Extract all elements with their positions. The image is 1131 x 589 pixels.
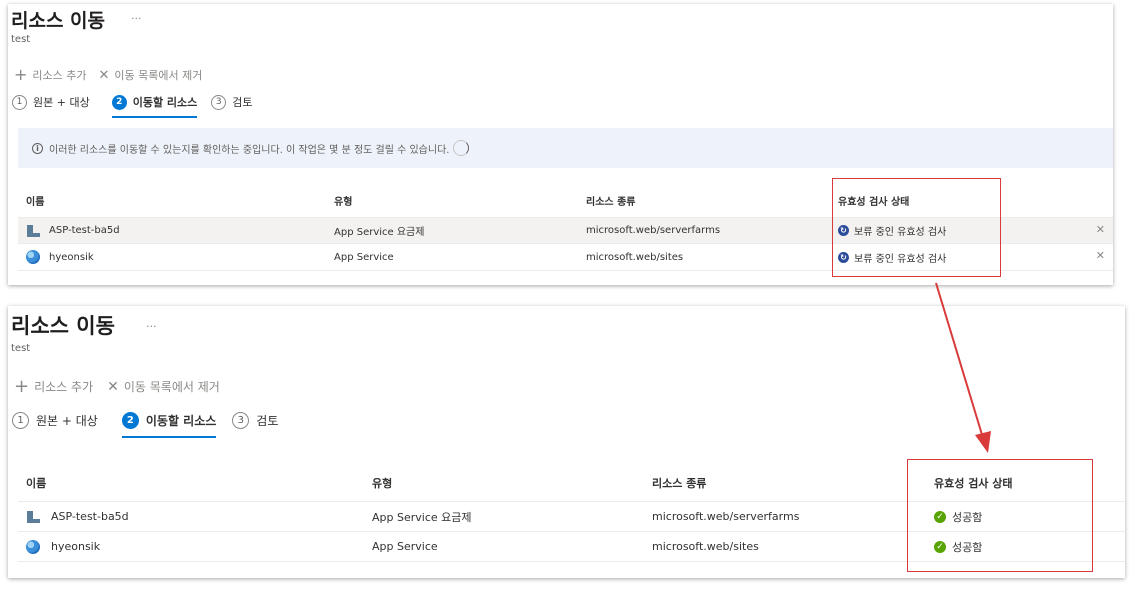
annotation-arrow [935, 282, 991, 453]
